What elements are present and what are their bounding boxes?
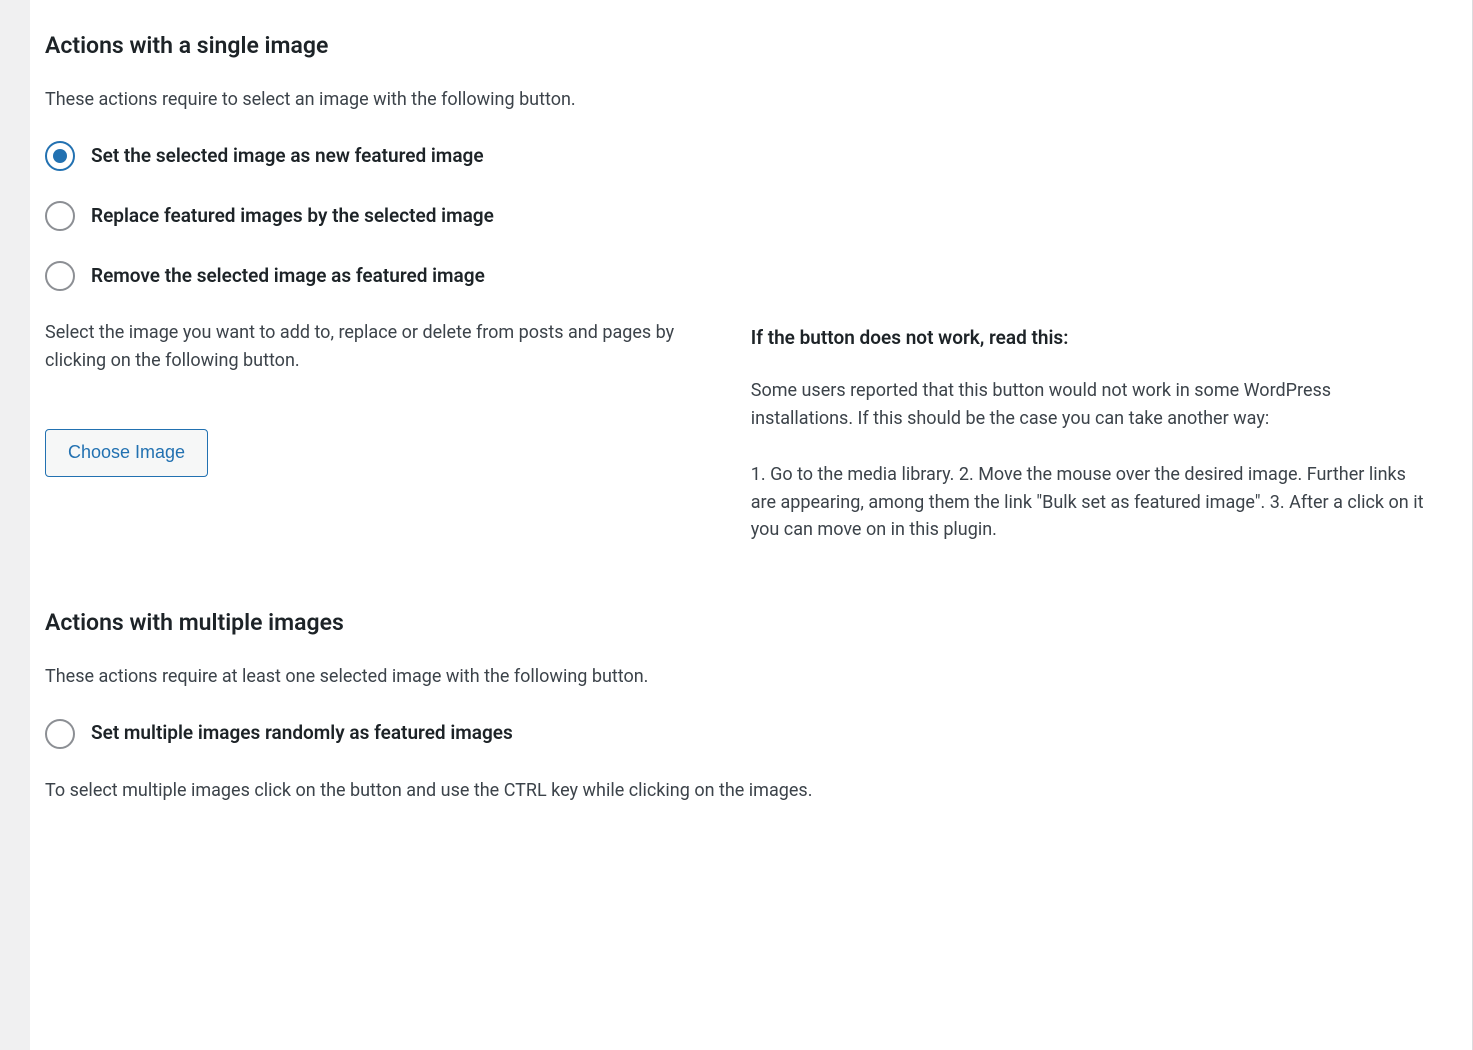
choose-image-button[interactable]: Choose Image: [45, 429, 208, 477]
section-heading-multiple: Actions with multiple images: [45, 606, 1432, 641]
radio-replace-featured[interactable]: Replace featured images by the selected …: [45, 201, 1432, 231]
multiple-select-instruction-text: To select multiple images click on the b…: [45, 777, 1432, 805]
radio-label: Remove the selected image as featured im…: [91, 262, 485, 291]
multiple-intro-text: These actions require at least one selec…: [45, 663, 1432, 691]
radio-remove-featured[interactable]: Remove the selected image as featured im…: [45, 261, 1432, 291]
radio-indicator: [45, 141, 75, 171]
radio-indicator: [45, 201, 75, 231]
single-intro-text: These actions require to select an image…: [45, 86, 1432, 114]
radio-label: Set the selected image as new featured i…: [91, 142, 484, 171]
select-instruction-text: Select the image you want to add to, rep…: [45, 319, 711, 375]
multiple-action-radio-group: Set multiple images randomly as featured…: [45, 719, 1432, 749]
radio-indicator: [45, 261, 75, 291]
single-action-radio-group: Set the selected image as new featured i…: [45, 141, 1432, 291]
radio-set-random-featured[interactable]: Set multiple images randomly as featured…: [45, 719, 1432, 749]
help-paragraph-2: 1. Go to the media library. 2. Move the …: [751, 461, 1432, 545]
section-heading-single: Actions with a single image: [45, 29, 1432, 64]
help-paragraph-1: Some users reported that this button wou…: [751, 377, 1432, 433]
radio-set-featured[interactable]: Set the selected image as new featured i…: [45, 141, 1432, 171]
radio-indicator: [45, 719, 75, 749]
help-heading: If the button does not work, read this:: [751, 323, 1432, 352]
radio-label: Set multiple images randomly as featured…: [91, 719, 513, 748]
radio-label: Replace featured images by the selected …: [91, 202, 494, 231]
